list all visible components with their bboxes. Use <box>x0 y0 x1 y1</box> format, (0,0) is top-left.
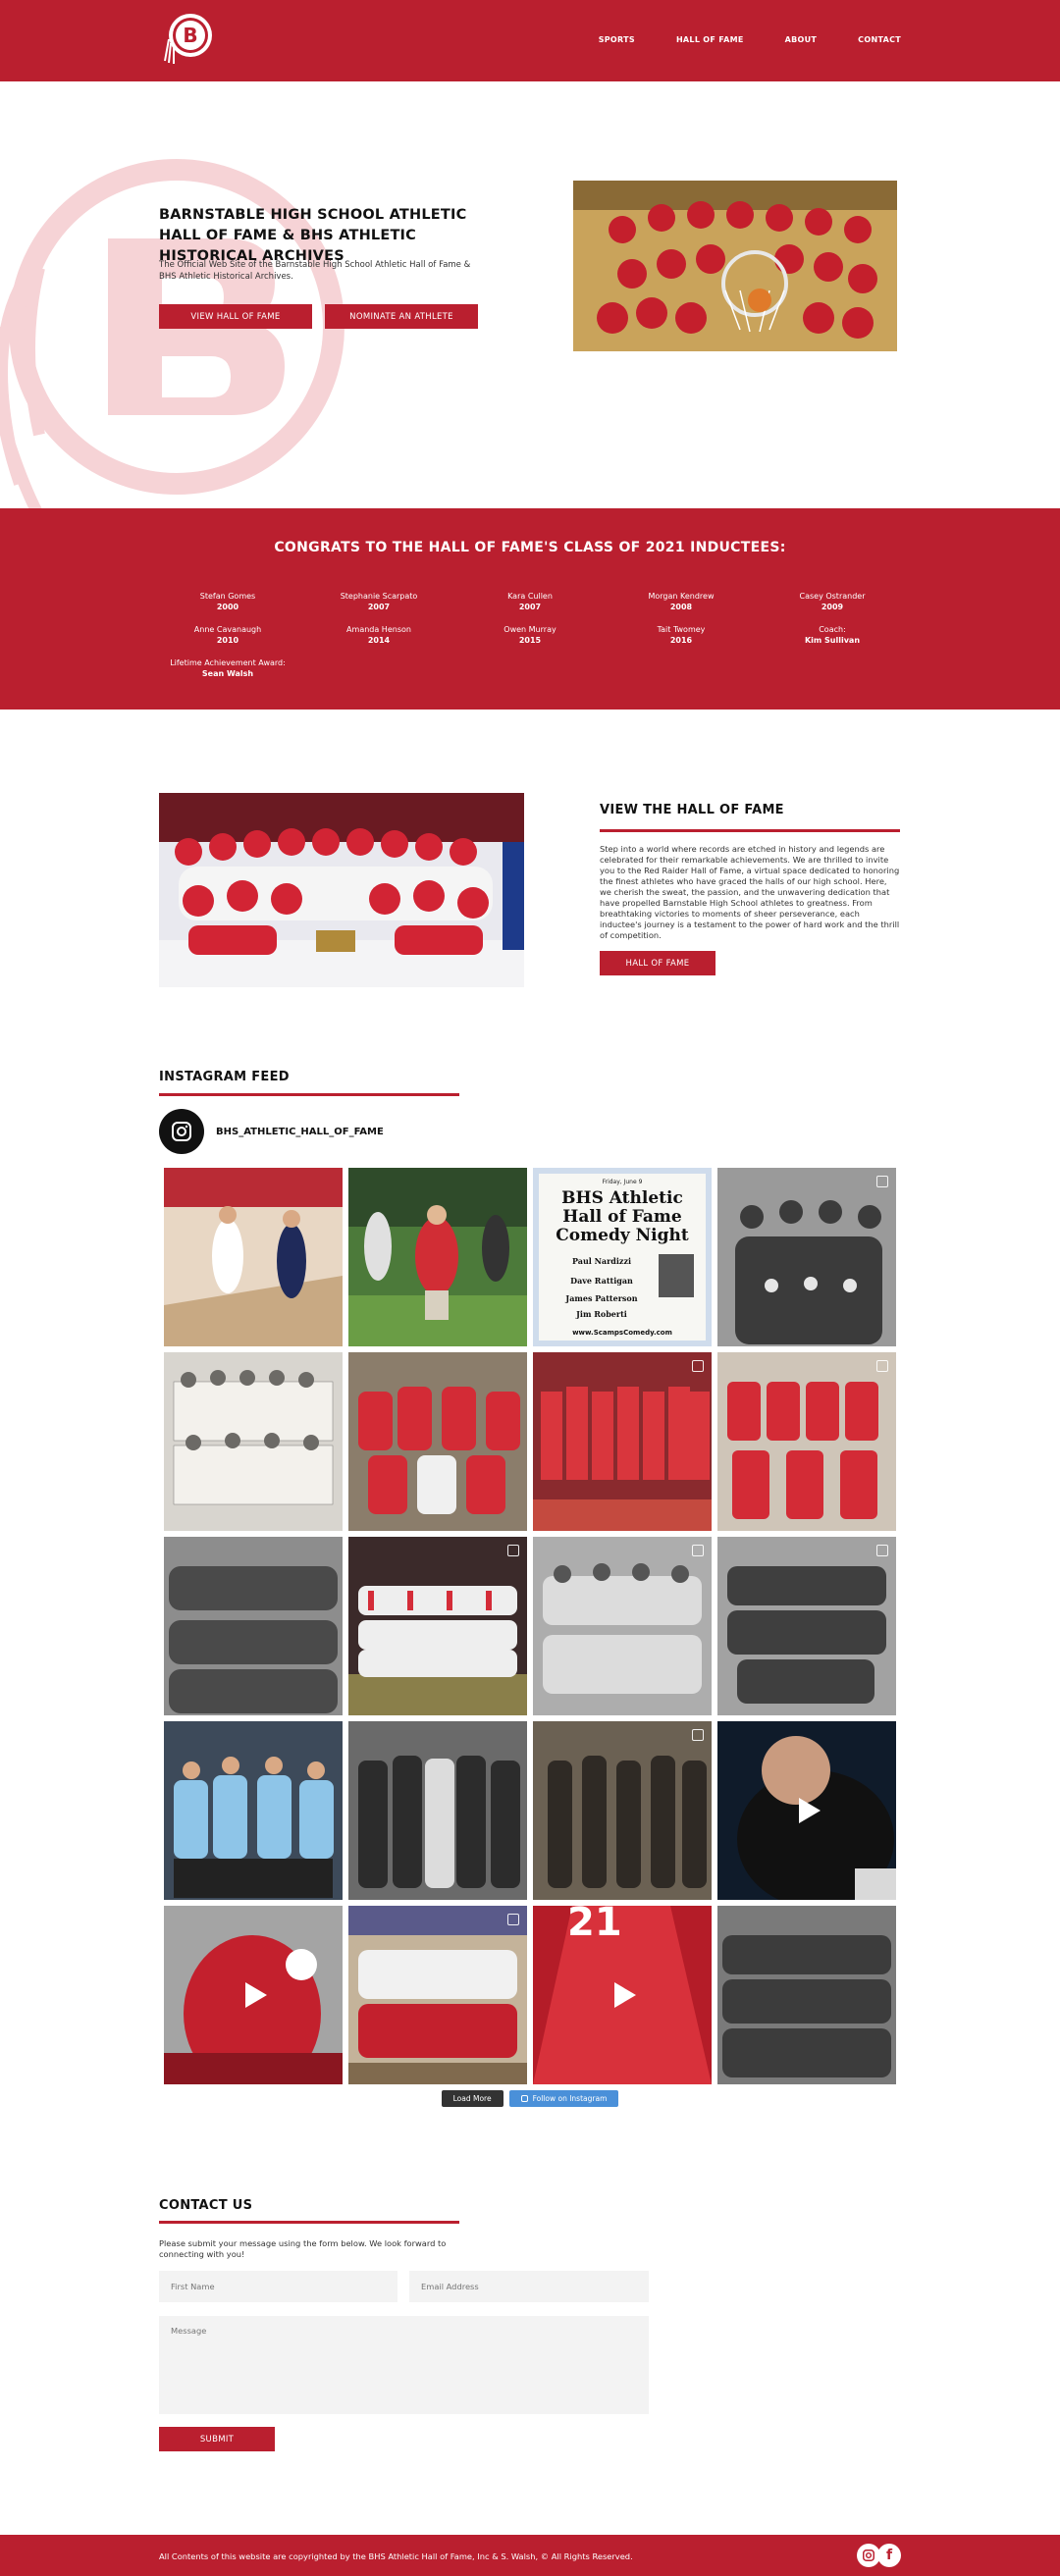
svg-text:James Patterson: James Patterson <box>564 1293 637 1303</box>
instagram-small-icon <box>520 2095 528 2102</box>
instagram-post-video[interactable] <box>717 1721 896 1900</box>
inductee: Stephanie Scarpato 2007 <box>340 592 418 611</box>
svg-text:Paul Nardizzi: Paul Nardizzi <box>572 1256 631 1266</box>
instagram-post[interactable] <box>533 1537 712 1715</box>
instagram-post[interactable] <box>164 1352 343 1531</box>
submit-button[interactable]: SUBMIT <box>159 2427 275 2451</box>
inductee: Anne Cavanaugh 2010 <box>193 625 262 645</box>
instagram-icon <box>863 2550 874 2561</box>
nav-contact[interactable]: CONTACT <box>858 35 901 44</box>
instagram-post[interactable] <box>348 1168 527 1346</box>
logo-letter: B <box>183 24 197 47</box>
svg-text:Hall of Fame: Hall of Fame <box>562 1207 682 1227</box>
instagram-post[interactable] <box>717 1537 896 1715</box>
play-icon <box>614 1982 636 2008</box>
bhs-raider-logo-icon[interactable]: B <box>161 10 216 65</box>
site-footer: All Contents of this website are copyrig… <box>0 2535 1060 2576</box>
instagram-heading: INSTAGRAM FEED <box>159 1070 290 1084</box>
nav-hall-of-fame[interactable]: HALL OF FAME <box>676 35 744 44</box>
contact-heading: CONTACT US <box>159 2198 253 2213</box>
first-name-field[interactable] <box>159 2271 398 2302</box>
inductee: Owen Murray 2015 <box>504 625 556 645</box>
svg-text:BHS Athletic: BHS Athletic <box>561 1188 683 1208</box>
view-hof-heading: VIEW THE HALL OF FAME <box>600 803 784 817</box>
inductees-title: CONGRATS TO THE HALL OF FAME'S CLASS OF … <box>274 540 786 555</box>
message-field[interactable] <box>159 2316 649 2414</box>
hero-title: BARNSTABLE HIGH SCHOOL ATHLETIC HALL OF … <box>159 207 467 264</box>
copyright-text: All Contents of this website are copyrig… <box>159 2551 633 2561</box>
instagram-actions: Load More Follow on Instagram <box>0 2090 1060 2107</box>
svg-text:Friday, June 9: Friday, June 9 <box>603 1179 643 1185</box>
email-field[interactable] <box>409 2271 649 2302</box>
contact-text: Please submit your message using the for… <box>159 2238 447 2259</box>
play-icon <box>245 1982 267 2008</box>
instagram-post[interactable] <box>533 1352 712 1531</box>
instagram-profile[interactable]: BHS_ATHLETIC_HALL_OF_FAME <box>159 1109 384 1154</box>
inductee: Coach: Kim Sullivan <box>804 625 861 645</box>
instagram-icon <box>172 1122 191 1141</box>
inductee: Lifetime Achievement Award: Sean Walsh <box>170 658 286 678</box>
svg-text:www.ScampsComedy.com: www.ScampsComedy.com <box>572 1329 672 1337</box>
load-more-button[interactable]: Load More <box>441 2090 504 2107</box>
inductee: Tait Twomey 2016 <box>657 625 706 645</box>
instagram-post[interactable] <box>348 1906 527 2084</box>
svg-text:Comedy Night: Comedy Night <box>556 1226 689 1245</box>
instagram-post[interactable] <box>164 1537 343 1715</box>
inductee: Morgan Kendrew 2008 <box>648 592 715 611</box>
instagram-post[interactable] <box>717 1168 896 1346</box>
inductee: Stefan Gomes 2000 <box>199 592 256 611</box>
instagram-post[interactable] <box>164 1721 343 1900</box>
instagram-post[interactable] <box>348 1537 527 1715</box>
nav-about[interactable]: ABOUT <box>785 35 818 44</box>
instagram-post-video[interactable] <box>164 1906 343 2084</box>
hall-of-fame-button[interactable]: HALL OF FAME <box>600 951 716 975</box>
inductee: Kara Cullen 2007 <box>507 592 553 611</box>
nominate-athlete-button[interactable]: NOMINATE AN ATHLETE <box>325 304 478 329</box>
basketball-team-photo <box>573 181 897 351</box>
instagram-post-comedy-night[interactable]: Friday, June 9 BHS Athletic Hall of Fame… <box>533 1168 712 1346</box>
hockey-team-photo <box>159 793 524 987</box>
inductees-section: CONGRATS TO THE HALL OF FAME'S CLASS OF … <box>0 508 1060 710</box>
svg-text:Jim Roberti: Jim Roberti <box>575 1309 627 1319</box>
hero-subtitle: The Official Web Site of the Barnstable … <box>159 260 471 282</box>
instagram-post[interactable] <box>164 1168 343 1346</box>
facebook-icon: f <box>885 2548 893 2563</box>
view-hof-underline <box>600 829 900 832</box>
site-header: B SPORTS HALL OF FAME ABOUT CONTACT <box>0 0 1060 81</box>
view-hof-text: Step into a world where records are etch… <box>600 844 900 940</box>
instagram-post[interactable] <box>533 1721 712 1900</box>
instagram-post[interactable] <box>717 1906 896 2084</box>
instagram-post[interactable] <box>348 1721 527 1900</box>
instagram-post[interactable] <box>348 1352 527 1531</box>
nav-sports[interactable]: SPORTS <box>599 35 635 44</box>
svg-text:Dave Rattigan: Dave Rattigan <box>570 1276 633 1286</box>
facebook-social-link[interactable]: f <box>877 2544 901 2567</box>
inductee: Amanda Henson 2014 <box>346 625 411 645</box>
svg-text:21: 21 <box>567 1906 622 1945</box>
play-icon <box>799 1798 821 1823</box>
instagram-avatar[interactable] <box>159 1109 204 1154</box>
instagram-post-video[interactable]: 21 <box>533 1906 712 2084</box>
follow-label: Follow on Instagram <box>532 2094 608 2103</box>
instagram-handle[interactable]: BHS_ATHLETIC_HALL_OF_FAME <box>216 1127 384 1137</box>
main-nav: SPORTS HALL OF FAME ABOUT CONTACT <box>599 35 901 44</box>
instagram-post[interactable] <box>717 1352 896 1531</box>
contact-underline <box>159 2221 459 2224</box>
inductee: Casey Ostrander 2009 <box>799 592 866 611</box>
hero-section: BARNSTABLE HIGH SCHOOL ATHLETIC HALL OF … <box>0 81 1060 508</box>
instagram-grid: Friday, June 9 BHS Athletic Hall of Fame… <box>164 1168 896 2084</box>
view-hall-of-fame-button[interactable]: VIEW HALL OF FAME <box>159 304 312 329</box>
instagram-underline <box>159 1093 459 1096</box>
follow-on-instagram-button[interactable]: Follow on Instagram <box>508 2090 619 2107</box>
